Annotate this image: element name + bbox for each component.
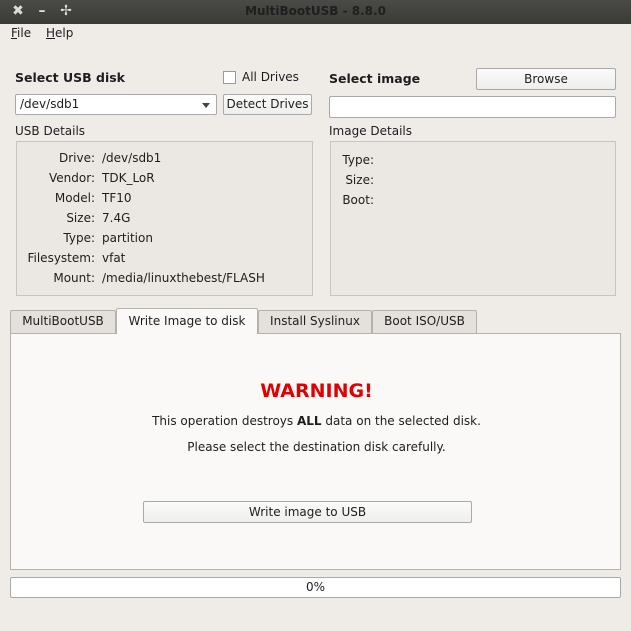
usb-details-box: Drive: /dev/sdb1 Vendor: TDK_LoR Model: … bbox=[16, 141, 313, 296]
write-image-panel: WARNING! This operation destroys ALL dat… bbox=[10, 333, 621, 570]
type-key: Type: bbox=[63, 231, 95, 245]
image-path-input[interactable] bbox=[329, 96, 616, 118]
browse-button[interactable]: Browse bbox=[476, 68, 616, 90]
write-image-to-usb-button[interactable]: Write image to USB bbox=[143, 501, 472, 523]
size-key: Size: bbox=[66, 211, 95, 225]
chevron-down-icon bbox=[202, 103, 210, 108]
menu-help-mnemonic: H bbox=[46, 26, 56, 40]
vendor-value: TDK_LoR bbox=[102, 171, 155, 185]
warning-heading: WARNING! bbox=[260, 380, 373, 402]
progress-bar: 0% bbox=[10, 577, 621, 598]
size-value: 7.4G bbox=[102, 211, 131, 225]
image-details-title: Image Details bbox=[329, 124, 412, 138]
progress-label: 0% bbox=[305, 580, 326, 594]
warning-line-2: Please select the destination disk caref… bbox=[187, 440, 446, 454]
usb-disk-select[interactable]: /dev/sdb1 bbox=[15, 94, 217, 115]
tab-multibootusb[interactable]: MultiBootUSB bbox=[10, 310, 116, 333]
model-value: TF10 bbox=[102, 191, 132, 205]
vendor-key: Vendor: bbox=[49, 171, 95, 185]
image-type-key: Type: bbox=[342, 153, 374, 167]
usb-details-title: USB Details bbox=[15, 124, 86, 138]
drive-key: Drive: bbox=[58, 151, 95, 165]
tab-write-image-to-disk[interactable]: Write Image to disk bbox=[116, 308, 258, 334]
all-drives-checkbox[interactable] bbox=[223, 71, 236, 84]
detect-drives-button[interactable]: Detect Drives bbox=[223, 94, 312, 115]
mount-value: /media/linuxthebest/FLASH bbox=[102, 271, 265, 285]
select-image-label: Select image bbox=[329, 71, 421, 86]
window-title: MultiBootUSB - 8.8.0 bbox=[245, 4, 386, 18]
all-drives-label: All Drives bbox=[242, 70, 299, 84]
tab-boot-iso-usb[interactable]: Boot ISO/USB bbox=[372, 310, 477, 333]
image-size-key: Size: bbox=[345, 173, 374, 187]
warning-line-1-pre: This operation destroys bbox=[152, 414, 297, 428]
image-details-box: Type: Size: Boot: bbox=[330, 141, 616, 296]
image-boot-key: Boot: bbox=[342, 193, 374, 207]
menu-help-label: elp bbox=[55, 26, 74, 40]
warning-line-1: This operation destroys ALL data on the … bbox=[11, 414, 622, 428]
menu-help[interactable]: Help bbox=[46, 26, 73, 40]
model-key: Model: bbox=[54, 191, 95, 205]
drive-value: /dev/sdb1 bbox=[102, 151, 162, 165]
type-value: partition bbox=[102, 231, 153, 245]
filesystem-value: vfat bbox=[102, 251, 126, 265]
menu-bar: File Help bbox=[0, 24, 631, 44]
menu-file[interactable]: File bbox=[11, 26, 31, 40]
tab-install-syslinux[interactable]: Install Syslinux bbox=[258, 310, 372, 333]
title-bar: ✖ – ✢ MultiBootUSB - 8.8.0 bbox=[0, 0, 631, 24]
warning-line-1-bold: ALL bbox=[296, 414, 322, 428]
menu-file-label: ile bbox=[17, 26, 32, 40]
usb-disk-selected-value: /dev/sdb1 bbox=[20, 97, 80, 111]
filesystem-key: Filesystem: bbox=[27, 251, 95, 265]
warning-line-1-post: data on the selected disk. bbox=[321, 414, 481, 428]
mount-key: Mount: bbox=[53, 271, 95, 285]
select-usb-disk-label: Select USB disk bbox=[15, 70, 125, 85]
